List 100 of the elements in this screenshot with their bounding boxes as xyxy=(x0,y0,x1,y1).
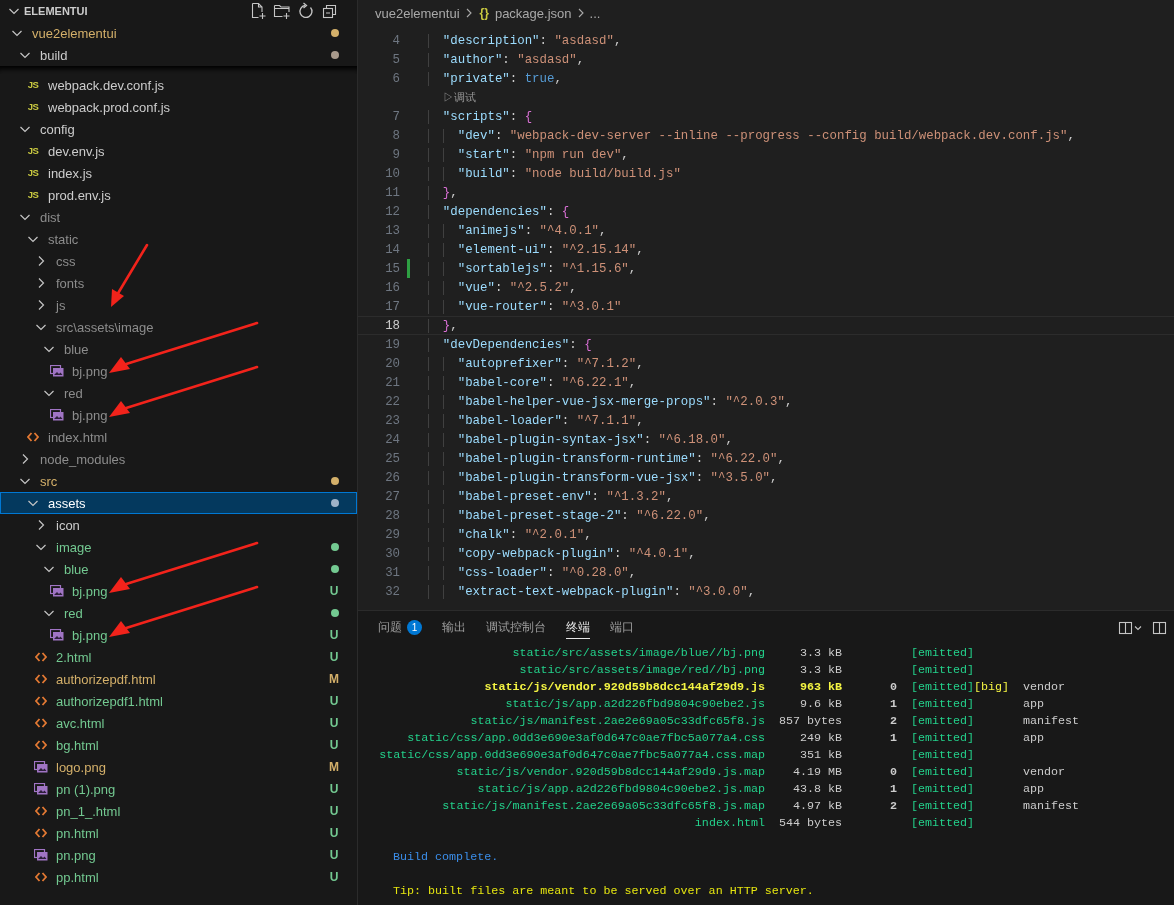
terminal-text: [emitted] xyxy=(910,662,974,679)
terminal-text: 3.3 kB xyxy=(798,662,842,679)
tree-item[interactable]: bg.html U xyxy=(0,734,357,756)
git-status-letter: U xyxy=(329,826,339,840)
tree-item[interactable]: 2.html U xyxy=(0,646,357,668)
js-file-icon: JS xyxy=(27,168,39,178)
tree-item[interactable]: node_modules xyxy=(0,448,357,470)
tree-item[interactable]: src\assets\image xyxy=(0,316,357,338)
tree-item[interactable]: bj.png U xyxy=(0,580,357,602)
tree-item[interactable]: avc.html U xyxy=(0,712,357,734)
git-status-letter: U xyxy=(329,628,339,642)
tree-item[interactable]: assets xyxy=(0,492,357,514)
json-file-icon: {} xyxy=(479,6,489,20)
tree-item[interactable]: fonts xyxy=(0,272,357,294)
terminal-text: 0 xyxy=(889,679,897,696)
line-number: 32 xyxy=(384,584,400,599)
tree-item[interactable]: vue2elementui xyxy=(0,22,357,44)
panel-tab[interactable]: 输出 xyxy=(442,617,466,639)
terminal-text: 2 xyxy=(889,713,897,730)
terminal-text: app xyxy=(1023,781,1046,798)
line-number: 4 xyxy=(391,33,400,48)
tree-item[interactable]: build xyxy=(0,44,357,66)
terminal-text: vendor xyxy=(1023,679,1067,696)
tree-item[interactable]: bj.png xyxy=(0,404,357,426)
terminal-text: [emitted] xyxy=(910,798,974,815)
line-number: 20 xyxy=(384,356,400,371)
tree-item[interactable]: JS index.js xyxy=(0,162,357,184)
terminal-text: static/css/app.0dd3e690e3af0d647c0ae7fbc5a077a4.css.map xyxy=(379,747,765,764)
terminal-text: static/js/manifest.2ae2e69a05c33dfc65f8.js xyxy=(469,713,765,730)
terminal-text: [emitted] xyxy=(910,679,974,696)
tree-item[interactable]: src xyxy=(0,470,357,492)
line-number: 26 xyxy=(384,470,400,485)
tree-item[interactable]: pn.png U xyxy=(0,844,357,866)
tree-item[interactable]: blue xyxy=(0,558,357,580)
code-file-icon xyxy=(35,717,47,729)
terminal-text: [emitted] xyxy=(910,645,974,662)
tree-item[interactable]: bj.png xyxy=(0,360,357,382)
line-number: 30 xyxy=(384,546,400,561)
panel-tab[interactable]: 问题 1 xyxy=(378,617,422,639)
tree-item[interactable]: red xyxy=(0,382,357,404)
terminal-text: [emitted] xyxy=(910,781,974,798)
js-file-icon: JS xyxy=(27,190,39,200)
line-number: 12 xyxy=(384,204,400,219)
tree-item[interactable]: JS prod.env.js xyxy=(0,184,357,206)
image-file-icon xyxy=(50,365,64,377)
collapse-all-icon[interactable] xyxy=(321,2,339,20)
tree-item[interactable]: red xyxy=(0,602,357,624)
image-file-icon xyxy=(50,629,64,641)
terminal-text: 43.8 kB xyxy=(791,781,842,798)
refresh-icon[interactable] xyxy=(297,2,315,20)
tree-item[interactable]: image xyxy=(0,536,357,558)
line-number: 27 xyxy=(384,489,400,504)
new-file-icon[interactable] xyxy=(249,2,267,20)
line-number: 6 xyxy=(391,71,400,86)
line-number: 18 xyxy=(384,318,400,333)
tree-item[interactable]: pn_1_.html U xyxy=(0,800,357,822)
new-folder-icon[interactable] xyxy=(273,2,291,20)
tree-item[interactable]: bj.png U xyxy=(0,624,357,646)
tree-item[interactable]: blue xyxy=(0,338,357,360)
tree-item[interactable]: logo.png M xyxy=(0,756,357,778)
terminal-message: Tip: built files are meant to be served over an HTTP server. xyxy=(393,884,814,898)
tree-item[interactable]: js xyxy=(0,294,357,316)
tree-item[interactable]: css xyxy=(0,250,357,272)
image-file-icon xyxy=(34,849,48,861)
terminal-text: [emitted] xyxy=(910,764,974,781)
tree-item[interactable]: JS webpack.prod.conf.js xyxy=(0,96,357,118)
tree-item[interactable]: icon xyxy=(0,514,357,536)
line-number: 15 xyxy=(384,261,400,276)
line-number: 24 xyxy=(384,432,400,447)
tree-item[interactable]: JS dev.env.js xyxy=(0,140,357,162)
code-lens-link[interactable]: ▷调试 xyxy=(443,90,476,105)
breadcrumb-file[interactable]: package.json xyxy=(494,5,572,21)
terminal-text: [emitted] xyxy=(910,713,974,730)
git-status-letter: U xyxy=(329,848,339,862)
terminal-text: static/js/manifest.2ae2e69a05c33dfc65f8.js.map xyxy=(441,798,765,815)
tree-item[interactable]: authorizepdf.html M xyxy=(0,668,357,690)
panel-tab[interactable]: 调试控制台 xyxy=(486,617,546,639)
tree-item[interactable]: static xyxy=(0,228,357,250)
tree-item[interactable]: index.html xyxy=(0,426,357,448)
terminal-text: [emitted] xyxy=(910,815,974,832)
line-number: 29 xyxy=(384,527,400,542)
terminal-text: 0 xyxy=(889,764,897,781)
tree-item[interactable]: authorizepdf1.html U xyxy=(0,690,357,712)
panel-layout-icon[interactable] xyxy=(1152,620,1168,636)
tree-item[interactable]: dist xyxy=(0,206,357,228)
tree-item[interactable]: pn.html U xyxy=(0,822,357,844)
tree-item[interactable]: pn (1).png U xyxy=(0,778,357,800)
terminal-text: 544 bytes xyxy=(777,815,842,832)
panel-tab[interactable]: 端口 xyxy=(610,617,634,639)
tree-item[interactable]: config xyxy=(0,118,357,140)
terminal-text: static/js/app.a2d226fbd9804c90ebe2.js xyxy=(504,696,765,713)
terminal-text: static/src/assets/image/blue//bj.png xyxy=(511,645,765,662)
tree-item[interactable]: JS webpack.dev.conf.js xyxy=(0,74,357,96)
panel-tab[interactable]: 终端 xyxy=(566,617,590,639)
tree-item[interactable]: pp.html U xyxy=(0,866,357,888)
image-file-icon xyxy=(50,585,64,597)
breadcrumb-more[interactable]: ... xyxy=(589,5,601,21)
terminal-text: static/src/assets/image/red//bj.png xyxy=(518,662,765,679)
breadcrumb-folder[interactable]: vue2elementui xyxy=(375,5,460,21)
git-status-letter: U xyxy=(329,738,339,752)
